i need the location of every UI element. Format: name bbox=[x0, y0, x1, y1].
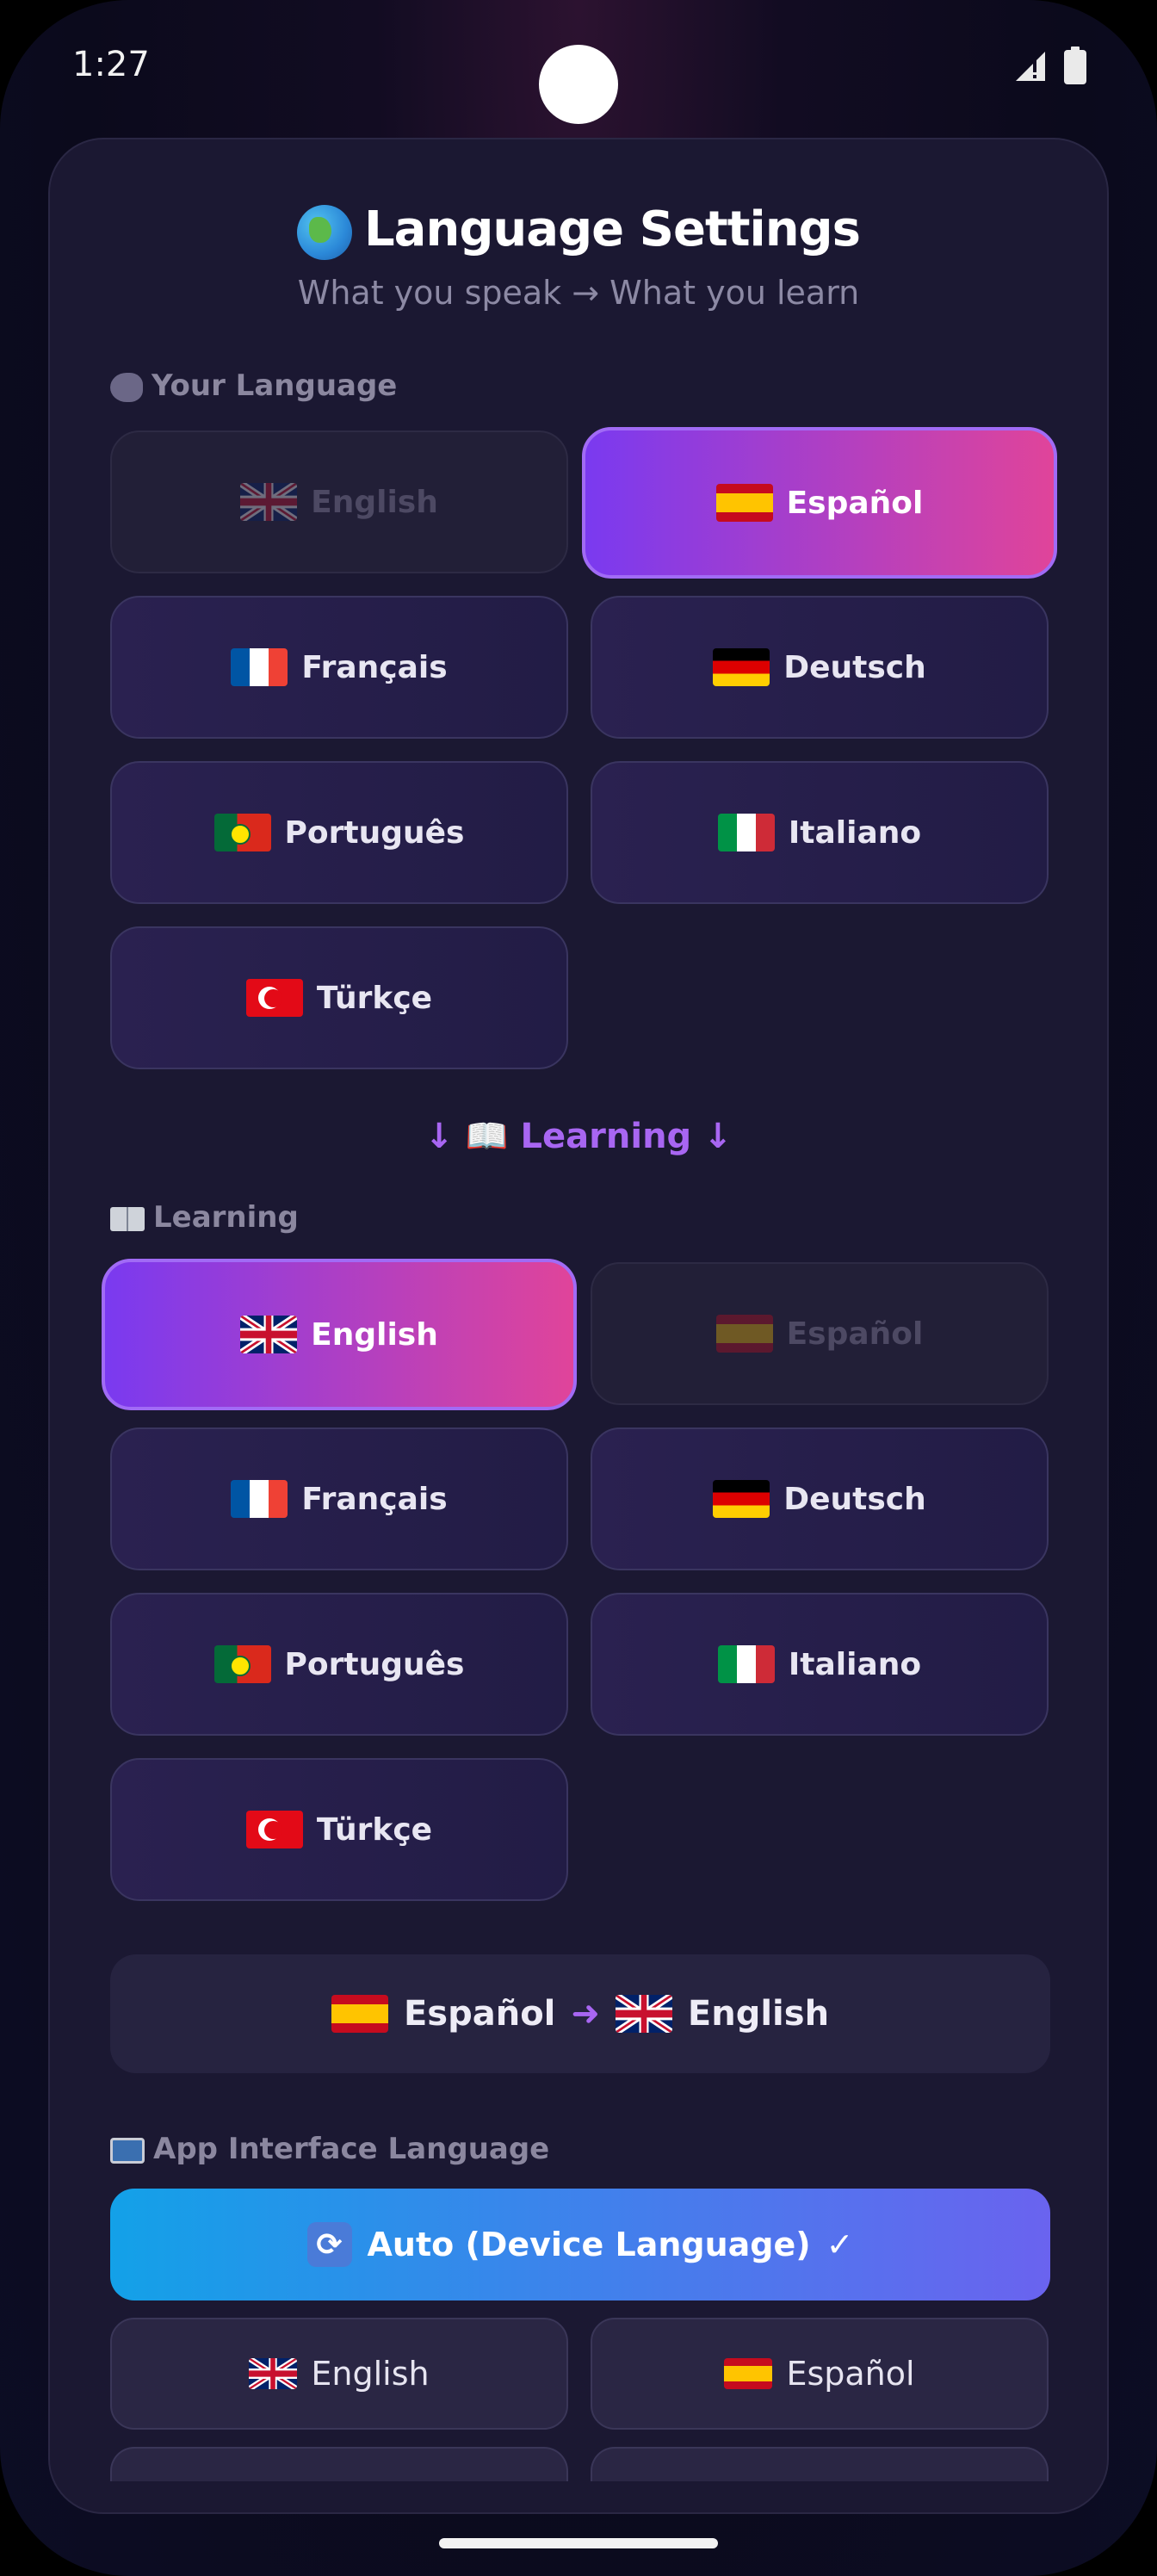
monitor-icon bbox=[110, 2137, 145, 2164]
page-subtitle: What you speak → What you learn bbox=[297, 274, 860, 312]
summary-from: Español bbox=[403, 1994, 556, 2034]
open-book-icon bbox=[110, 1206, 145, 1231]
signal-icon bbox=[1016, 52, 1045, 81]
germany-flag-icon bbox=[713, 1480, 770, 1518]
your-language-label: Your Language bbox=[110, 368, 397, 403]
your-language-portugues[interactable]: Português bbox=[110, 761, 568, 904]
learning-turkce[interactable]: Türkçe bbox=[110, 1758, 568, 1901]
status-time: 1:27 bbox=[72, 45, 150, 84]
interface-espanol[interactable]: Español bbox=[591, 2318, 1049, 2430]
portugal-flag-icon bbox=[213, 1645, 271, 1683]
uk-flag-icon bbox=[240, 483, 298, 521]
check-icon: ✓ bbox=[826, 2226, 854, 2263]
your-language-deutsch[interactable]: Deutsch bbox=[591, 596, 1049, 739]
phone-screen: 1:27 Language Settings What you speak → … bbox=[0, 0, 1157, 2576]
language-pair-summary: Español ➜ English bbox=[110, 1954, 1050, 2073]
uk-flag-icon bbox=[240, 1316, 298, 1353]
uk-flag-icon bbox=[615, 1995, 672, 2033]
learning-english[interactable]: English bbox=[102, 1259, 577, 1410]
refresh-icon: ⟳ bbox=[306, 2222, 352, 2267]
app-interface-label: App Interface Language bbox=[110, 2132, 549, 2166]
learning-divider: ↓ 📖 Learning ↓ bbox=[424, 1117, 733, 1156]
portugal-flag-icon bbox=[213, 814, 271, 851]
speaking-head-icon bbox=[110, 372, 143, 402]
italy-flag-icon bbox=[717, 814, 775, 851]
turkey-flag-icon bbox=[245, 979, 303, 1017]
page-title: Language Settings bbox=[50, 201, 1107, 260]
your-language-english[interactable]: English bbox=[110, 430, 568, 573]
turkey-flag-icon bbox=[245, 1811, 303, 1848]
france-flag-icon bbox=[231, 648, 288, 686]
spain-flag-icon bbox=[715, 1315, 773, 1353]
france-flag-icon bbox=[231, 1480, 288, 1518]
italy-flag-icon bbox=[717, 1645, 775, 1683]
auto-device-language-button[interactable]: ⟳ Auto (Device Language) ✓ bbox=[110, 2189, 1050, 2300]
your-language-italiano[interactable]: Italiano bbox=[591, 761, 1049, 904]
learning-portugues[interactable]: Português bbox=[110, 1593, 568, 1736]
summary-to: English bbox=[687, 1994, 830, 2034]
front-camera bbox=[539, 45, 618, 124]
spain-flag-icon bbox=[715, 484, 773, 522]
germany-flag-icon bbox=[713, 648, 770, 686]
learning-francais[interactable]: Français bbox=[110, 1427, 568, 1570]
learning-deutsch[interactable]: Deutsch bbox=[591, 1427, 1049, 1570]
spain-flag-icon bbox=[724, 2358, 773, 2389]
interface-option-partial[interactable] bbox=[110, 2447, 568, 2481]
status-bar: 1:27 bbox=[0, 0, 1157, 138]
battery-icon bbox=[1064, 46, 1086, 84]
your-language-turkce[interactable]: Türkçe bbox=[110, 926, 568, 1069]
settings-card: Language Settings What you speak → What … bbox=[48, 138, 1109, 2514]
uk-flag-icon bbox=[249, 2358, 298, 2389]
learning-italiano[interactable]: Italiano bbox=[591, 1593, 1049, 1736]
interface-english[interactable]: English bbox=[110, 2318, 568, 2430]
spain-flag-icon bbox=[331, 1995, 388, 2033]
interface-option-partial[interactable] bbox=[591, 2447, 1049, 2481]
globe-icon bbox=[297, 204, 352, 260]
learning-label: Learning bbox=[110, 1200, 299, 1235]
your-language-francais[interactable]: Français bbox=[110, 596, 568, 739]
home-indicator[interactable] bbox=[439, 2538, 718, 2548]
your-language-espanol[interactable]: Español bbox=[582, 427, 1057, 579]
learning-espanol[interactable]: Español bbox=[591, 1262, 1049, 1405]
arrow-right-icon: ➜ bbox=[571, 1994, 600, 2034]
